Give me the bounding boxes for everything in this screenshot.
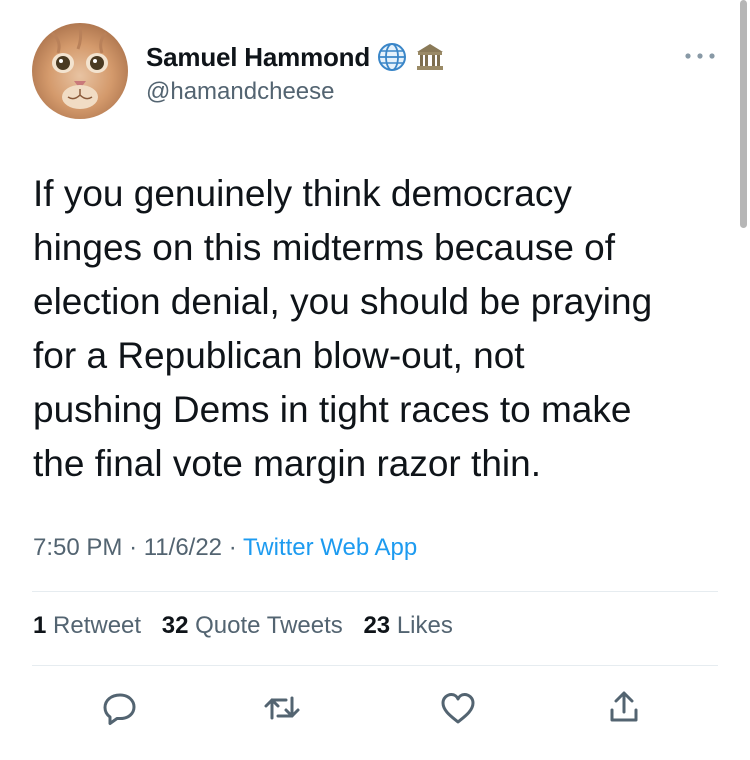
quote-tweets-label: Quote Tweets: [195, 612, 343, 639]
quote-tweets-stat[interactable]: 32 Quote Tweets: [162, 612, 343, 639]
author-display-name[interactable]: Samuel Hammond: [146, 42, 370, 73]
likes-count: 23: [363, 612, 391, 639]
author-name-row: Samuel Hammond: [146, 40, 446, 74]
divider: [32, 591, 718, 592]
classical-building-icon: [414, 41, 446, 73]
tweet-source[interactable]: Twitter Web App: [243, 534, 417, 561]
scrollbar[interactable]: [740, 0, 747, 228]
tweet-detail-view: Samuel Hammond @hamandcheese If you genu…: [0, 0, 750, 760]
retweets-stat[interactable]: 1 Retweet: [33, 612, 141, 639]
divider: [32, 665, 718, 666]
avatar[interactable]: [32, 23, 128, 119]
author-handle[interactable]: @hamandcheese: [146, 78, 334, 106]
engagement-stats: 1 Retweet 32 Quote Tweets 23 Likes: [33, 612, 467, 640]
like-icon[interactable]: [438, 688, 478, 728]
tweet-text: If you genuinely think democracy hinges …: [33, 173, 653, 484]
meta-separator: ·: [228, 534, 237, 561]
tweet-date[interactable]: 11/6/22: [144, 534, 222, 561]
retweets-label: Retweet: [53, 612, 142, 639]
likes-stat[interactable]: 23 Likes: [363, 612, 452, 639]
share-icon[interactable]: [604, 688, 644, 728]
tweet-meta: 7:50 PM · 11/6/22 · Twitter Web App: [33, 534, 417, 562]
more-options-icon[interactable]: [680, 44, 720, 68]
retweets-count: 1: [33, 612, 47, 639]
likes-label: Likes: [396, 612, 453, 639]
reply-icon[interactable]: [100, 688, 140, 728]
meta-separator: ·: [129, 534, 138, 561]
retweet-icon[interactable]: [262, 688, 302, 728]
globe-icon: [376, 41, 408, 73]
tweet-time[interactable]: 7:50 PM: [33, 534, 122, 561]
quote-tweets-count: 32: [161, 612, 189, 639]
